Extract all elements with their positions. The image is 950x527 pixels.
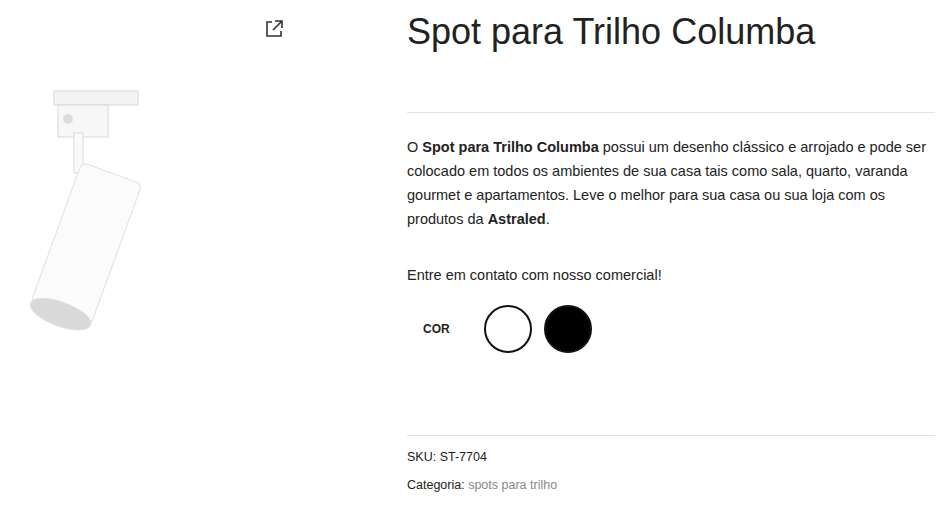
color-label: COR: [423, 322, 450, 336]
open-external-icon[interactable]: [264, 19, 284, 39]
color-swatch[interactable]: [544, 305, 592, 353]
color-swatch[interactable]: [484, 305, 532, 353]
category-link[interactable]: spots para trilho: [468, 478, 557, 492]
category: Categoria: spots para trilho: [407, 478, 935, 492]
product-gallery: [0, 0, 407, 527]
product-details: Spot para Trilho Columba O Spot para Tril…: [407, 0, 950, 527]
divider: [407, 435, 935, 436]
contact-text: Entre em contato com nosso comercial!: [407, 267, 935, 283]
product-description: O Spot para Trilho Columba possui um des…: [407, 135, 935, 231]
color-picker: COR: [407, 305, 935, 353]
product-page: Spot para Trilho Columba O Spot para Tril…: [0, 0, 950, 527]
product-title: Spot para Trilho Columba: [407, 10, 935, 54]
divider: [407, 112, 935, 113]
product-image-icon[interactable]: [18, 89, 158, 339]
sku: SKU: ST-7704: [407, 450, 935, 464]
